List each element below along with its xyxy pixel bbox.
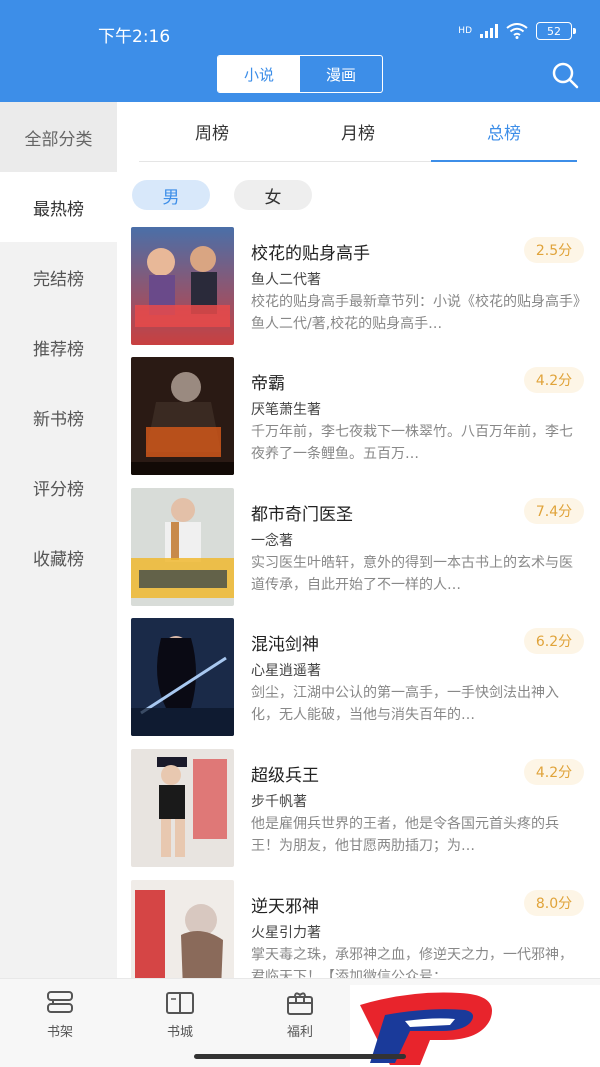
sidebar-item-completed[interactable]: 完结榜 [0, 242, 117, 312]
book-score: 6.2分 [524, 628, 584, 654]
gender-male-button[interactable]: 男 [132, 180, 210, 210]
book-cover [131, 880, 234, 978]
sidebar-item-favorites[interactable]: 收藏榜 [0, 522, 117, 592]
book-cover [131, 618, 234, 736]
book-description: 掌天毒之珠，承邪神之血，修逆天之力，一代邪神，君临天下！【添加微信公众号：… [251, 947, 573, 978]
search-icon[interactable] [550, 60, 580, 90]
content-type-switch: 小说 漫画 [217, 55, 383, 93]
book-title: 帝霸 [251, 374, 285, 394]
book-author: 一念著 [251, 533, 293, 549]
gender-female-button[interactable]: 女 [234, 180, 312, 210]
book-description: 他是雇佣兵世界的王者，他是令各国元首头疼的兵王！为朋友，他甘愿两肋插刀；为… [251, 816, 559, 854]
sidebar-item-recommended[interactable]: 推荐榜 [0, 312, 117, 382]
app-header: 下午2:16 HD 52 小说 漫画 [0, 0, 600, 102]
nav-label: 书城 [166, 1025, 193, 1040]
bookshelf-icon [47, 991, 73, 1013]
segment-comic[interactable]: 漫画 [300, 56, 382, 92]
nav-welfare[interactable]: 福利 [260, 989, 340, 1040]
book-score: 4.2分 [524, 759, 584, 785]
book-score: 8.0分 [524, 890, 584, 916]
book-cover [131, 357, 234, 475]
nav-bookshelf[interactable]: 书架 [20, 989, 100, 1040]
book-title: 都市奇门医圣 [251, 505, 353, 525]
sidebar-item-new-books[interactable]: 新书榜 [0, 382, 117, 452]
nav-label: 福利 [286, 1025, 313, 1040]
ranking-list: 周榜 月榜 总榜 男 女 校花的贴身高手 鱼人二代著 2.5分 校花的贴身高手最… [117, 102, 600, 978]
segment-novel[interactable]: 小说 [218, 56, 300, 92]
book-author: 心星逍遥著 [251, 663, 321, 679]
home-indicator [194, 1054, 406, 1059]
sidebar-item-all-categories[interactable]: 全部分类 [0, 102, 117, 172]
battery-icon: 52 [536, 22, 576, 40]
book-title: 超级兵王 [251, 766, 319, 786]
book-score: 7.4分 [524, 498, 584, 524]
book-description: 千万年前，李七夜栽下一株翠竹。八百万年前，李七夜养了一条鲤鱼。五百万… [251, 424, 573, 462]
book-description: 校花的贴身高手最新章节列：小说《校花的贴身高手》鱼人二代/著,校花的贴身高手… [251, 294, 580, 332]
sidebar-item-rating[interactable]: 评分榜 [0, 452, 117, 522]
book-list-item[interactable]: 校花的贴身高手 鱼人二代著 2.5分 校花的贴身高手最新章节列：小说《校花的贴身… [131, 227, 586, 345]
signal-icon [480, 24, 498, 38]
book-title: 混沌剑神 [251, 635, 319, 655]
wifi-icon [506, 23, 528, 39]
book-score: 2.5分 [524, 237, 584, 263]
book-list-item[interactable]: 逆天邪神 火星引力著 8.0分 掌天毒之珠，承邪神之血，修逆天之力，一代邪神，君… [131, 880, 586, 978]
book-title: 校花的贴身高手 [251, 244, 370, 264]
status-icons: HD 52 [458, 22, 576, 40]
book-list-item[interactable]: 都市奇门医圣 一念著 7.4分 实习医生叶皓轩，意外的得到一本古书上的玄术与医道… [131, 488, 586, 606]
book-list-item[interactable]: 帝霸 厌笔萧生著 4.2分 千万年前，李七夜栽下一株翠竹。八百万年前，李七夜养了… [131, 357, 586, 475]
hd-indicator: HD [458, 25, 472, 36]
book-description: 剑尘，江湖中公认的第一高手，一手快剑法出神入化，无人能破，当他与消失百年的… [251, 685, 559, 723]
book-author: 步千帆著 [251, 794, 307, 810]
book-author: 火星引力著 [251, 925, 321, 941]
book-icon [166, 992, 194, 1014]
tab-weekly[interactable]: 周榜 [139, 102, 285, 161]
book-list-item[interactable]: 混沌剑神 心星逍遥著 6.2分 剑尘，江湖中公认的第一高手，一手快剑法出神入化，… [131, 618, 586, 736]
book-description: 实习医生叶皓轩，意外的得到一本古书上的玄术与医道传承，自此开始了不一样的人… [251, 555, 573, 593]
book-score: 4.2分 [524, 367, 584, 393]
book-cover [131, 227, 234, 345]
book-list-item[interactable]: 超级兵王 步千帆著 4.2分 他是雇佣兵世界的王者，他是令各国元首头疼的兵王！为… [131, 749, 586, 867]
book-title: 逆天邪神 [251, 897, 319, 917]
nav-label: 书架 [46, 1025, 73, 1040]
status-time: 下午2:16 [98, 27, 171, 47]
book-author: 厌笔萧生著 [251, 402, 321, 418]
sidebar-item-hottest[interactable]: 最热榜 [0, 172, 117, 242]
tab-overall[interactable]: 总榜 [431, 102, 577, 162]
ranking-period-tabs: 周榜 月榜 总榜 [139, 102, 577, 162]
nav-bookstore[interactable]: 书城 [140, 989, 220, 1040]
book-cover [131, 488, 234, 606]
gift-icon [287, 992, 313, 1015]
category-sidebar: 全部分类 最热榜 完结榜 推荐榜 新书榜 评分榜 收藏榜 [0, 102, 117, 978]
book-cover [131, 749, 234, 867]
tab-monthly[interactable]: 月榜 [285, 102, 431, 161]
book-author: 鱼人二代著 [251, 272, 321, 288]
